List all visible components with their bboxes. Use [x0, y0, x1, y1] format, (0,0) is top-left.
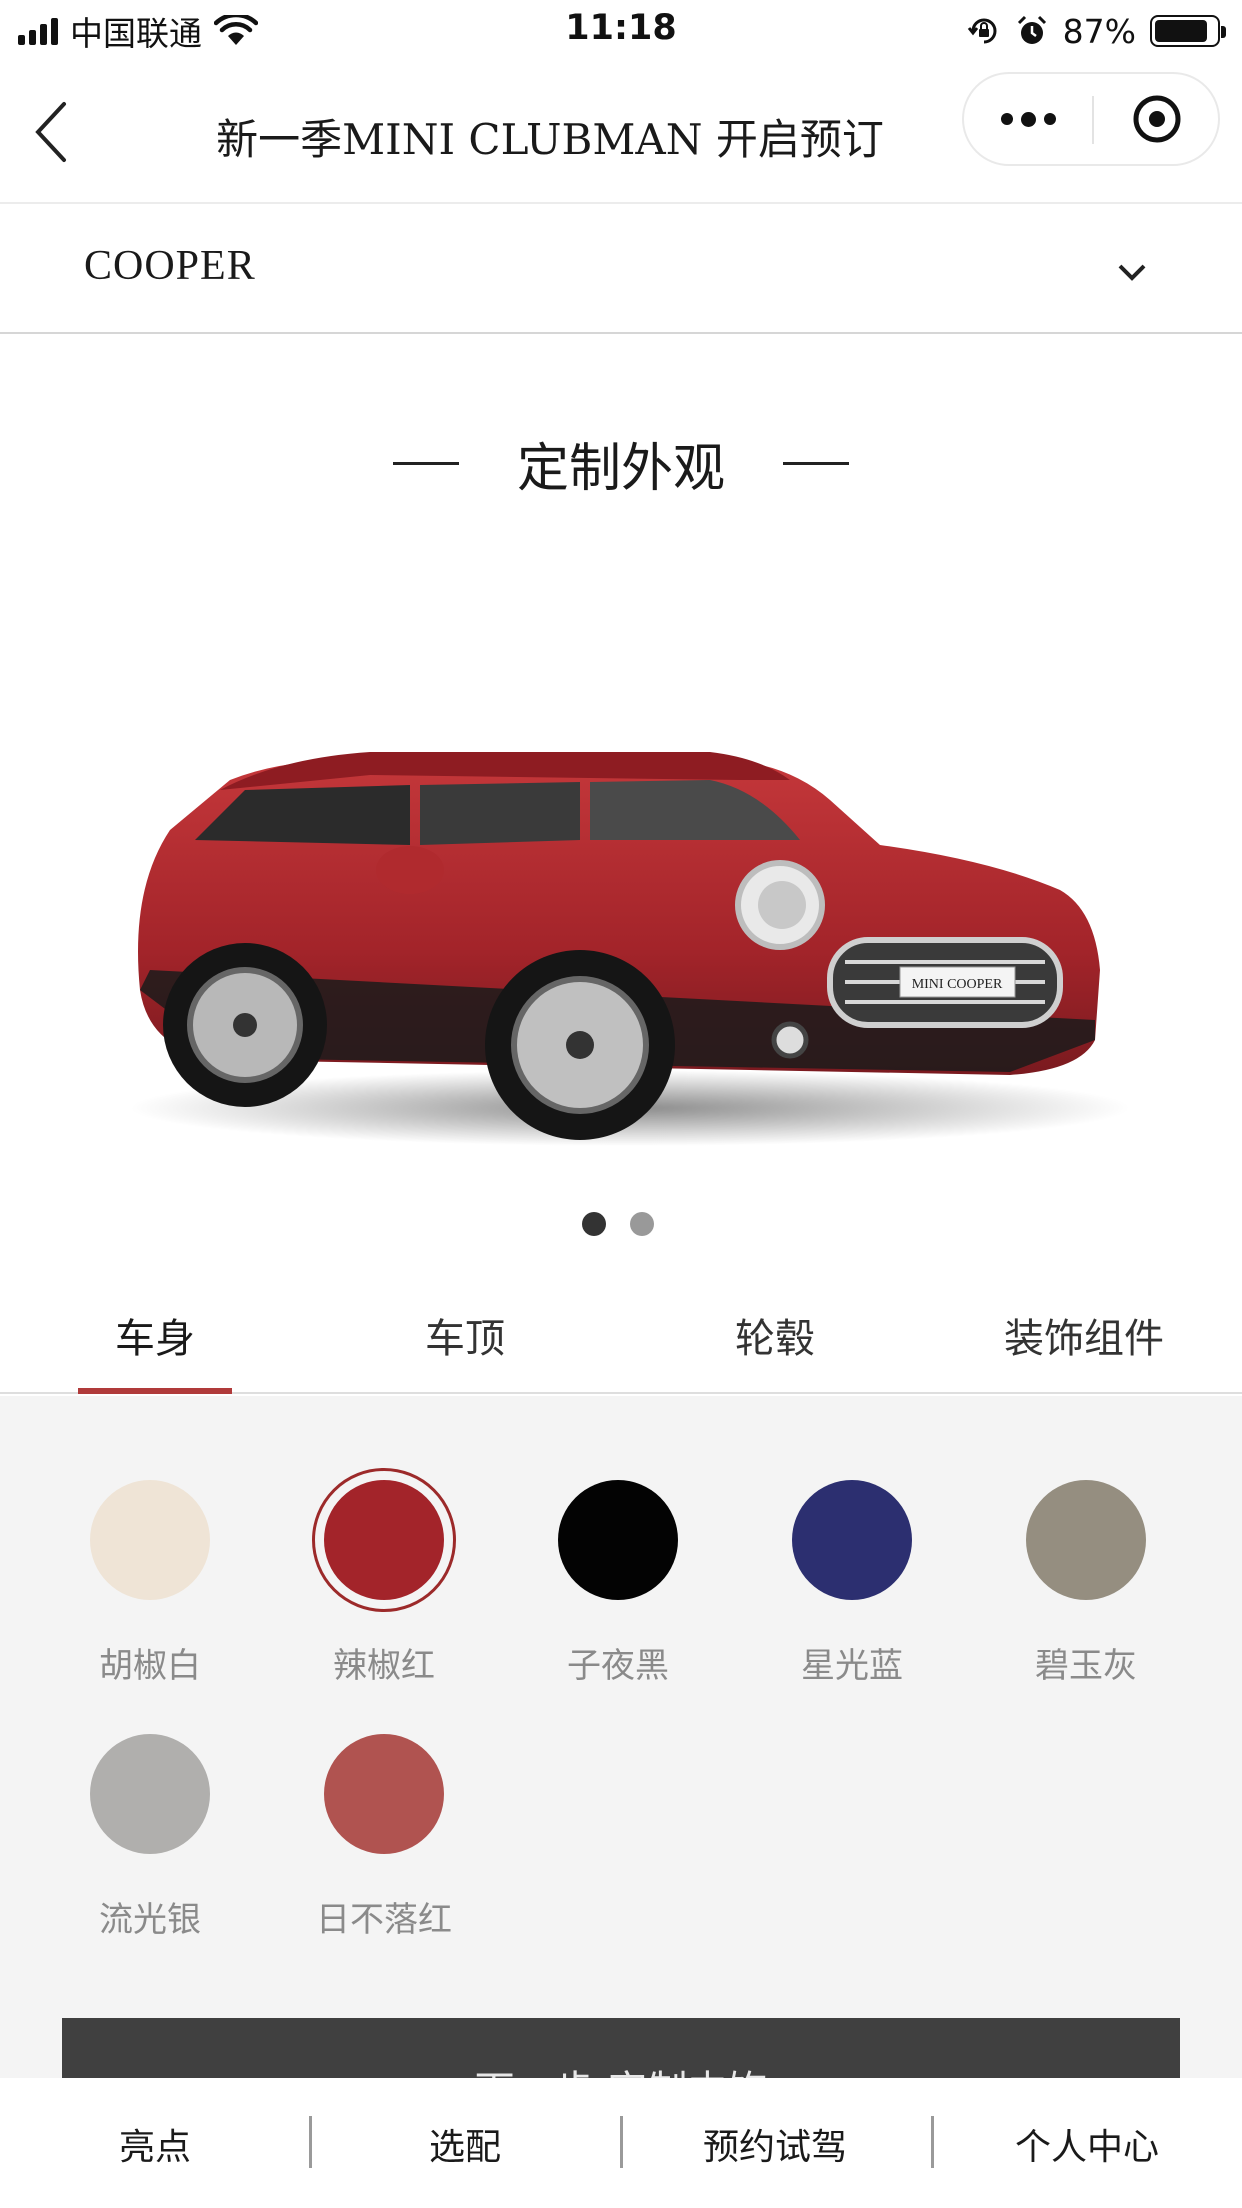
color-dot — [90, 1734, 210, 1854]
miniprogram-capsule — [962, 72, 1220, 166]
close-miniprogram-button[interactable] — [1094, 74, 1220, 164]
color-label: 辣椒红 — [333, 1646, 435, 1686]
color-swatch[interactable]: 星光蓝 — [738, 1468, 938, 1686]
status-bar: 中国联通 11:18 87% — [0, 0, 1242, 62]
title-dash-right — [783, 461, 849, 465]
model-select-value: COOPER — [84, 243, 256, 289]
section-title: 定制外观 — [0, 428, 1242, 499]
more-dots-icon — [1000, 113, 1013, 125]
color-label: 碧玉灰 — [1035, 1646, 1137, 1686]
color-dot — [1026, 1480, 1146, 1600]
color-dot — [324, 1734, 444, 1854]
car-plate-text: MINI COOPER — [912, 977, 1003, 992]
tab-label: 轮毂 — [735, 1316, 815, 1362]
color-dot — [792, 1480, 912, 1600]
tab-wheels[interactable]: 轮毂 — [698, 1304, 852, 1394]
battery-fill — [1155, 20, 1208, 42]
rotation-lock-icon — [967, 18, 997, 44]
title-dash-left — [392, 461, 459, 465]
target-close-icon — [1133, 95, 1181, 143]
carousel-dot[interactable] — [630, 1212, 654, 1236]
color-dot — [90, 1480, 210, 1600]
carousel-dots — [582, 1212, 654, 1236]
tab-active-indicator — [78, 1388, 232, 1394]
chevron-down-icon — [1118, 264, 1146, 281]
color-swatch[interactable]: 碧玉灰 — [972, 1468, 1172, 1686]
status-right: 87% — [967, 8, 1226, 54]
bottom-nav-profile[interactable]: 个人中心 — [932, 2118, 1242, 2170]
section-title-text: 定制外观 — [516, 438, 725, 499]
carousel-dot[interactable] — [582, 1212, 606, 1236]
color-swatch[interactable]: 胡椒白 — [36, 1468, 236, 1686]
tab-label: 车身 — [115, 1316, 195, 1362]
tab-body[interactable]: 车身 — [78, 1304, 232, 1394]
color-swatch[interactable]: 子夜黑 — [504, 1468, 704, 1686]
car-image[interactable]: MINI COOPER — [110, 640, 1140, 1150]
bottom-nav-options[interactable]: 选配 — [310, 2118, 620, 2170]
color-dot — [558, 1480, 678, 1600]
battery-icon — [1150, 15, 1226, 47]
color-swatch[interactable]: 日不落红 — [270, 1722, 470, 1940]
color-label: 流光银 — [99, 1900, 201, 1940]
color-label: 星光蓝 — [801, 1646, 903, 1686]
color-dot — [324, 1480, 444, 1600]
color-label: 胡椒白 — [99, 1646, 201, 1686]
more-button[interactable] — [964, 74, 1092, 164]
bottom-nav-highlights[interactable]: 亮点 — [0, 2118, 310, 2170]
color-swatch-area: 胡椒白 辣椒红 子夜黑 星光蓝 碧玉灰 流光银 日不落红 — [0, 1396, 1242, 2096]
color-label: 子夜黑 — [567, 1646, 669, 1686]
tab-label: 车顶 — [425, 1316, 505, 1362]
tab-trim[interactable]: 装饰组件 — [984, 1304, 1184, 1394]
color-swatch[interactable]: 流光银 — [36, 1722, 236, 1940]
color-swatch-selected[interactable]: 辣椒红 — [270, 1468, 470, 1686]
tab-roof[interactable]: 车顶 — [388, 1304, 542, 1394]
bottom-nav: 亮点 选配 预约试驾 个人中心 — [0, 2078, 1242, 2208]
model-select[interactable]: COOPER — [0, 206, 1242, 334]
tab-label: 装饰组件 — [1004, 1316, 1164, 1362]
color-label: 日不落红 — [316, 1900, 452, 1940]
page-title: 新一季MINI CLUBMAN 开启预订 — [216, 115, 884, 164]
nav-bar: 新一季MINI CLUBMAN 开启预订 — [0, 62, 1242, 204]
customization-tabs: 车身 车顶 轮毂 装饰组件 — [0, 1280, 1242, 1394]
bottom-nav-test-drive[interactable]: 预约试驾 — [620, 2118, 930, 2170]
battery-percent: 87% — [1062, 11, 1136, 51]
alarm-icon — [1017, 15, 1046, 44]
